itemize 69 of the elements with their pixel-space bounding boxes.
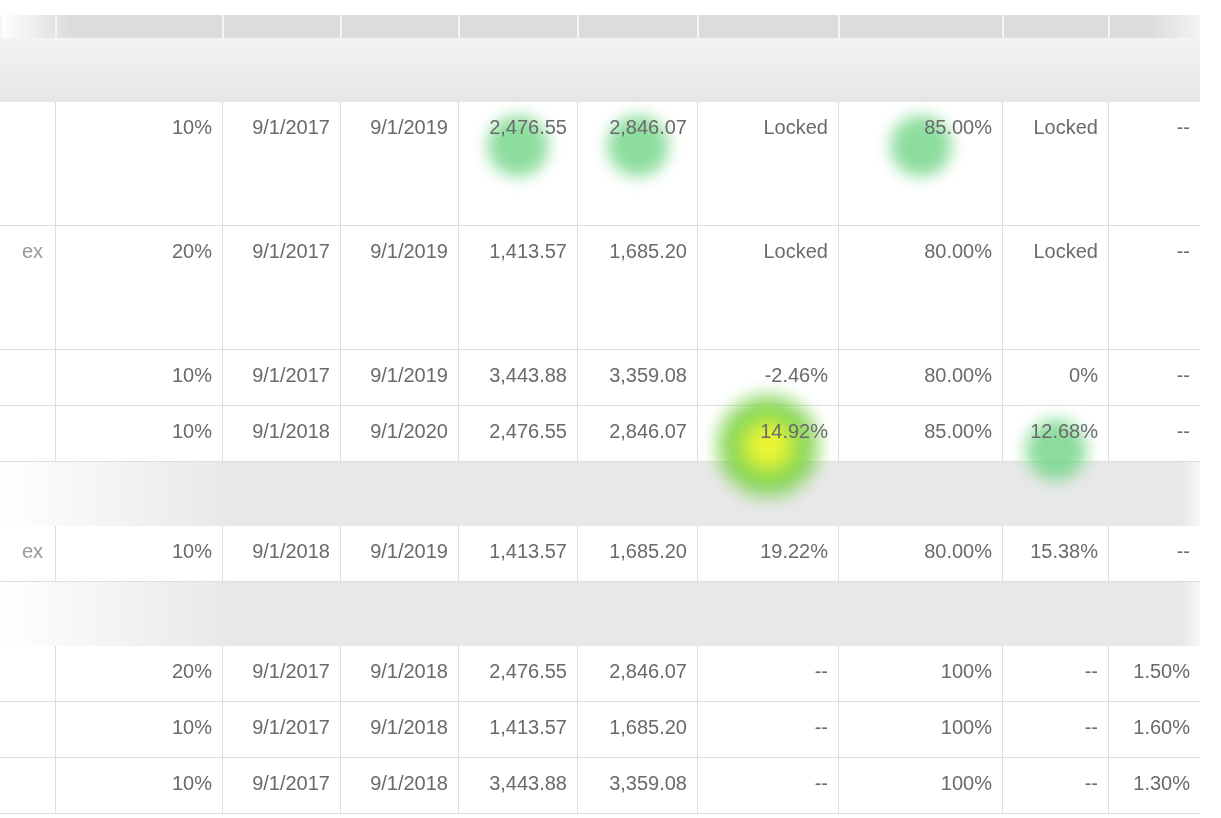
table-cell: 1.30% — [1133, 772, 1190, 794]
table-cell: 9/1/2018 — [252, 420, 330, 442]
table-cell: 9/1/2017 — [252, 364, 330, 386]
table-cell: -- — [1176, 240, 1190, 262]
table-cell: 9/1/2018 — [252, 540, 330, 562]
table-cell: 9/1/2019 — [370, 116, 448, 138]
table-cell: -- — [814, 660, 828, 682]
table-cell: -- — [814, 772, 828, 794]
table-cell: 9/1/2017 — [252, 240, 330, 262]
table-cell: 80.00% — [924, 364, 992, 386]
table-cell: 3,359.08 — [609, 364, 687, 386]
table-cell: 9/1/2019 — [370, 240, 448, 262]
table-cell: 1,413.57 — [489, 240, 567, 262]
table-cell: 10% — [171, 116, 212, 138]
row-label: ex — [22, 240, 44, 262]
table-cell: 0% — [1069, 364, 1098, 386]
table-cell: -- — [1084, 716, 1098, 738]
table-cell: 10% — [171, 420, 212, 442]
table-cell: 1,413.57 — [489, 540, 567, 562]
table-cell: 2,846.07 — [609, 660, 687, 682]
table-cell: 10% — [171, 772, 212, 794]
table-cell: 9/1/2018 — [370, 660, 448, 682]
table-cell: Locked — [763, 240, 828, 262]
table-cell: 20% — [171, 240, 212, 262]
table-cell: 9/1/2017 — [252, 660, 330, 682]
table-cell: 9/1/2019 — [370, 540, 448, 562]
table-cell: -- — [1084, 772, 1098, 794]
table-cell: 9/1/2020 — [370, 420, 448, 442]
table-cell: -- — [1176, 420, 1190, 442]
table-cell: 9/1/2017 — [252, 716, 330, 738]
table-cell: 9/1/2018 — [370, 772, 448, 794]
table-cell: 100% — [940, 772, 992, 794]
table-cell: 15.38% — [1030, 540, 1098, 562]
table-cell: 1,685.20 — [609, 540, 687, 562]
table-cell: 10% — [171, 716, 212, 738]
table-cell: 9/1/2017 — [252, 772, 330, 794]
table-cell: Locked — [1033, 116, 1098, 138]
table-cell: 1,413.57 — [489, 716, 567, 738]
table-cell: -- — [1176, 540, 1190, 562]
table-cell: 80.00% — [924, 540, 992, 562]
table-cell: 9/1/2019 — [370, 364, 448, 386]
table-cell: 1,685.20 — [609, 240, 687, 262]
table-cell: 20% — [171, 660, 212, 682]
table-cell: 1,685.20 — [609, 716, 687, 738]
table-cell: Locked — [763, 116, 828, 138]
table-cell: 100% — [940, 660, 992, 682]
table-cell: 2,846.07 — [609, 420, 687, 442]
table-cell: 2,476.55 — [489, 660, 567, 682]
table-cell: 100% — [940, 716, 992, 738]
table-cell: -- — [1176, 364, 1190, 386]
table-cell: 10% — [171, 364, 212, 386]
table-cell: 80.00% — [924, 240, 992, 262]
table-cell: 85.00% — [924, 420, 992, 442]
table-cell: 10% — [171, 540, 212, 562]
table-cell: -- — [1176, 116, 1190, 138]
table-cell: 1.50% — [1133, 660, 1190, 682]
table-cell: 19.22% — [760, 540, 828, 562]
table-cell: -- — [814, 716, 828, 738]
table-cell: 3,443.88 — [489, 772, 567, 794]
table-cell: 2,476.55 — [489, 420, 567, 442]
table-cell: 3,359.08 — [609, 772, 687, 794]
row-label: ex — [22, 540, 44, 562]
table-cell: -- — [1084, 660, 1098, 682]
table-cell: Locked — [1033, 240, 1098, 262]
table-cell: 3,443.88 — [489, 364, 567, 386]
table-cell: 9/1/2018 — [370, 716, 448, 738]
table-cell: 9/1/2017 — [252, 116, 330, 138]
table-cell: -2.46% — [764, 364, 828, 386]
table-cell: 1.60% — [1133, 716, 1190, 738]
